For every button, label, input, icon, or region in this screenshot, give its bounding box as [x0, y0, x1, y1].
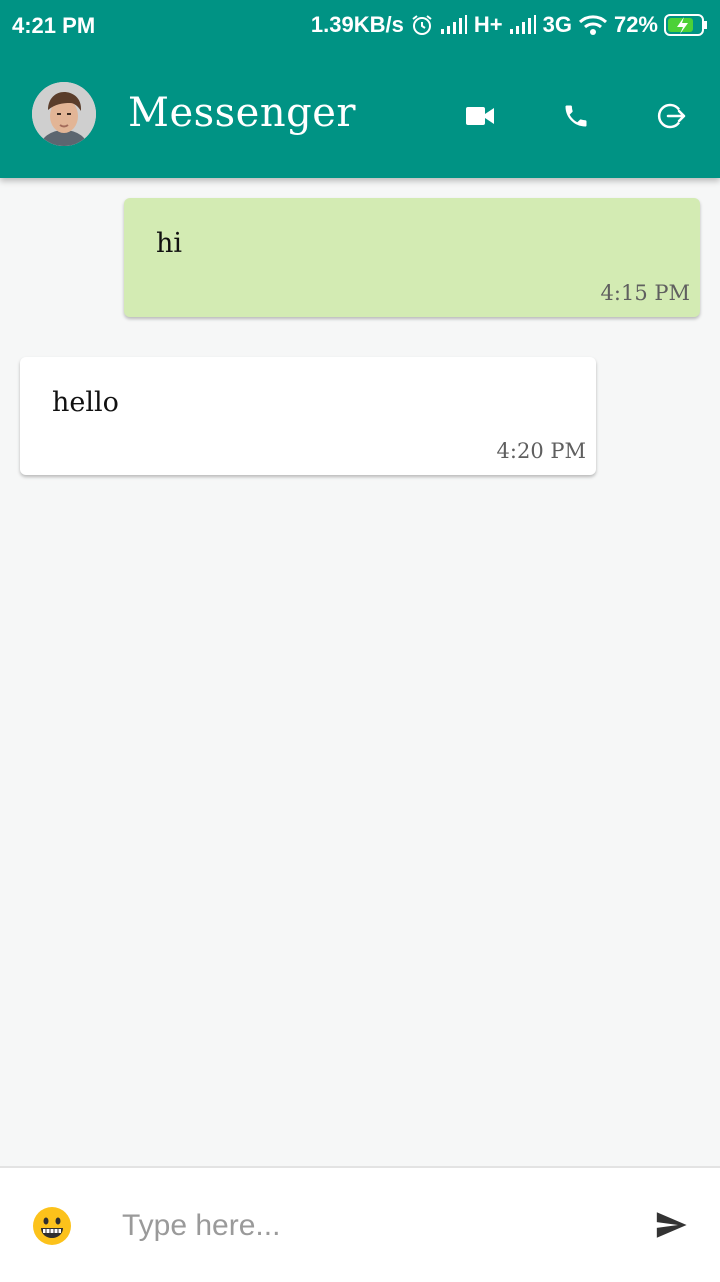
- network-type-2: 3G: [542, 12, 572, 37]
- message-text: hello: [52, 387, 119, 418]
- composer-bar: [0, 1166, 720, 1282]
- battery-charging-icon: [664, 14, 708, 36]
- battery-percent: 72%: [613, 12, 658, 37]
- app-bar: 4:21 PM 1.39KB/s H+ 3G 72% Messenger: [0, 0, 720, 178]
- status-time: 4:21 PM: [12, 13, 96, 38]
- wifi-icon: [578, 14, 608, 36]
- network-speed: 1.39KB/s: [310, 12, 404, 37]
- message-input[interactable]: [120, 1202, 624, 1250]
- signal-icon: [440, 15, 468, 35]
- send-icon[interactable]: [654, 1208, 688, 1242]
- network-type-1: H+: [473, 12, 503, 37]
- page-title: Messenger: [128, 90, 357, 136]
- received-message-bubble[interactable]: hello 4:20 PM: [20, 357, 596, 475]
- logout-icon[interactable]: [656, 100, 688, 132]
- status-indicators: 1.39KB/s H+ 3G 72%: [311, 12, 708, 38]
- message-time: 4:15 PM: [600, 281, 690, 305]
- signal-icon: [509, 15, 537, 35]
- phone-call-icon[interactable]: [560, 100, 592, 132]
- message-list[interactable]: hi 4:15 PM hello 4:20 PM: [0, 178, 720, 1166]
- alarm-icon: [410, 13, 434, 37]
- video-call-icon[interactable]: [464, 100, 496, 132]
- emoji-icon[interactable]: [32, 1206, 72, 1246]
- message-time: 4:20 PM: [496, 439, 586, 463]
- status-bar: 4:21 PM 1.39KB/s H+ 3G 72%: [0, 0, 720, 52]
- avatar[interactable]: [32, 82, 96, 146]
- sent-message-bubble[interactable]: hi 4:15 PM: [124, 198, 700, 317]
- toolbar: Messenger: [0, 52, 720, 178]
- message-text: hi: [156, 228, 183, 259]
